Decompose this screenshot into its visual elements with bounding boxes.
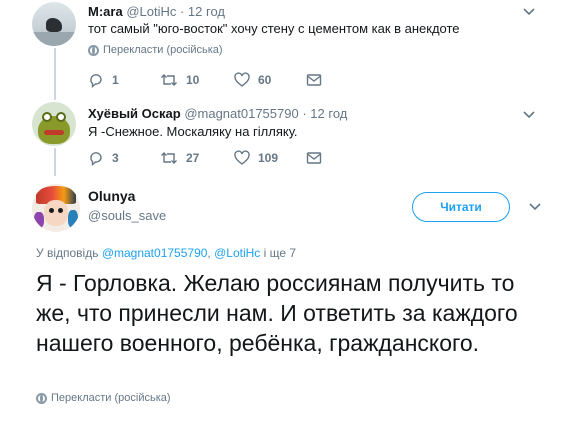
reply-count: 3 <box>112 151 119 165</box>
reply-prefix: У відповідь <box>36 246 99 260</box>
reply-icon <box>90 152 102 166</box>
display-name[interactable]: M:ara <box>88 4 123 19</box>
avatar-ground <box>32 32 76 46</box>
retweet-button[interactable]: 10 <box>160 72 234 88</box>
handle[interactable]: @LotiHc <box>126 4 176 19</box>
retweet-count: 27 <box>186 151 200 165</box>
reply-mention[interactable]: @LotiHc <box>214 246 260 260</box>
chevron-down-icon[interactable] <box>522 5 536 19</box>
like-count: 60 <box>258 73 272 87</box>
handle[interactable]: @magnat01755790 <box>184 106 298 121</box>
retweet-count: 10 <box>186 73 200 87</box>
envelope-icon <box>306 152 322 164</box>
display-name[interactable]: Хуёвый Оскар <box>88 106 181 121</box>
replying-to: У відповідь @magnat01755790, @LotiHc і щ… <box>36 246 296 260</box>
avatar-frog-mouth <box>44 130 64 135</box>
globe-icon <box>88 44 99 56</box>
tweet-header: Хуёвый Оскар @magnat01755790 · 12 год <box>88 106 347 121</box>
reply-icon <box>90 74 102 88</box>
avatar-frog-eye <box>56 112 66 122</box>
main-tweet-name[interactable]: Olunya <box>88 188 135 204</box>
avatar[interactable] <box>32 2 76 46</box>
timestamp[interactable]: · 12 год <box>180 4 225 19</box>
reply-separator: , <box>207 246 211 260</box>
thread-line <box>54 148 56 176</box>
message-button[interactable] <box>306 72 322 88</box>
timestamp[interactable]: · 12 год <box>302 106 347 121</box>
avatar[interactable] <box>32 184 80 232</box>
reply-button[interactable]: 1 <box>88 72 160 88</box>
heart-icon <box>234 72 250 87</box>
handle[interactable]: @souls_save <box>88 208 166 223</box>
reply-button[interactable]: 3 <box>88 150 160 166</box>
like-button[interactable]: 60 <box>234 72 306 88</box>
tweet-actions: 3 27 109 <box>88 150 322 166</box>
retweet-icon <box>161 152 177 164</box>
retweet-icon <box>161 74 177 86</box>
tweet-text: Я -Снежное. Москаляку на гілляку. <box>88 124 298 139</box>
avatar-art-face <box>44 200 68 226</box>
display-name[interactable]: Olunya <box>88 188 135 204</box>
heart-icon <box>234 150 250 165</box>
reply-count: 1 <box>112 73 119 87</box>
chevron-down-icon[interactable] <box>528 200 542 214</box>
avatar-art-stroke <box>68 210 78 228</box>
like-count: 109 <box>258 151 279 165</box>
translate-link[interactable]: Перекласти (російська) <box>88 44 223 56</box>
avatar-figure <box>46 18 62 32</box>
chevron-down-icon[interactable] <box>522 108 536 122</box>
main-tweet-text: Я - Горловка. Желаю россиянам получить т… <box>36 270 518 356</box>
reply-suffix[interactable]: і ще 7 <box>264 246 296 260</box>
avatar-art-eye <box>58 208 63 213</box>
retweet-button[interactable]: 27 <box>160 150 234 166</box>
avatar[interactable] <box>32 102 76 146</box>
globe-icon <box>36 392 47 404</box>
translate-label: Перекласти (російська) <box>51 392 171 404</box>
follow-button[interactable]: Читати <box>412 192 510 222</box>
avatar-art-stroke <box>34 212 44 228</box>
main-tweet-handle[interactable]: @souls_save <box>88 208 166 223</box>
tweet-actions: 1 10 60 <box>88 72 322 88</box>
translate-link[interactable]: Перекласти (російська) <box>36 392 171 404</box>
message-button[interactable] <box>306 150 322 166</box>
tweet-header: M:ara @LotiHc · 12 год <box>88 4 225 19</box>
like-button[interactable]: 109 <box>234 150 306 166</box>
translate-label: Перекласти (російська) <box>103 44 223 56</box>
tweet-text: тот самый "юго-восток" хочу стену с цеме… <box>88 21 460 36</box>
reply-mention[interactable]: @magnat01755790 <box>102 246 208 260</box>
avatar-frog-eye <box>42 112 52 122</box>
thread-line <box>54 48 56 100</box>
envelope-icon <box>306 74 322 86</box>
avatar-art-eye <box>49 208 54 213</box>
